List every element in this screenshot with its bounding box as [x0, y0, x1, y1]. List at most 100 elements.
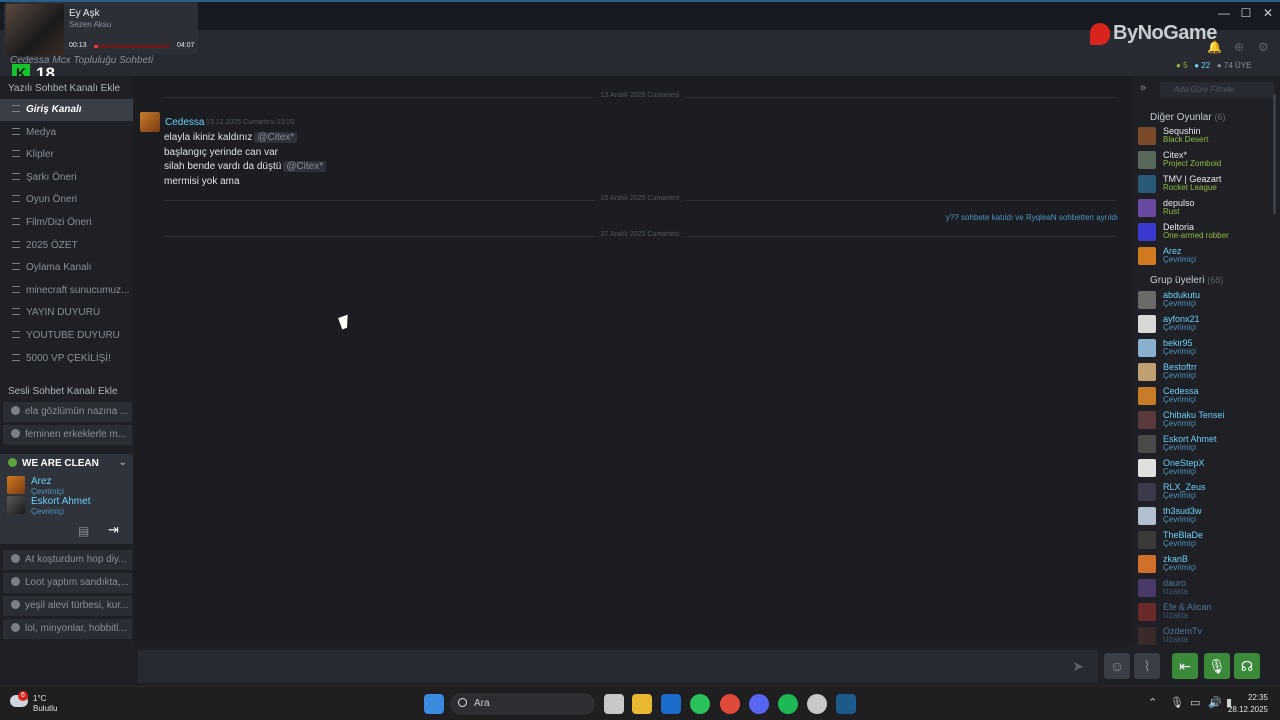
member-item[interactable]: Efe & Alican Uzakta — [1138, 601, 1278, 623]
active-voice-channel[interactable]: WE ARE CLEAN ⌄ Arez Çevrimiçi Eskort Ahm… — [0, 454, 133, 544]
other-games-heading: Diğer Oyunlar (6) — [1150, 112, 1226, 123]
volume-icon[interactable]: 🔊 — [1208, 696, 1222, 709]
voice-channel-label: lol, minyonlar, hobbitl... — [25, 623, 127, 634]
text-channel-item[interactable]: Medya — [0, 122, 133, 144]
member-item[interactable]: Arez Çevrimiçi — [1138, 245, 1278, 267]
settings-icon[interactable]: ⚙ — [1258, 40, 1269, 54]
mic-tray-icon[interactable]: 🎙 — [1170, 696, 1184, 709]
windows-start-icon[interactable] — [424, 694, 444, 714]
member-item[interactable]: zkanB Çevrimiçi — [1138, 553, 1278, 575]
text-channel-item[interactable]: Oylama Kanalı — [0, 257, 133, 279]
members-count: 74 ÜYE — [1223, 61, 1252, 70]
add-text-channel[interactable]: Yazılı Sohbet Kanalı Ekle — [8, 83, 120, 94]
member-status: Çevrimiçi — [1163, 255, 1196, 264]
text-channel-item[interactable]: Film/Dizi Öneri — [0, 212, 133, 234]
close-icon[interactable]: ✕ — [1258, 6, 1278, 20]
channel-hash-icon — [12, 172, 20, 180]
steam-icon[interactable] — [836, 694, 856, 714]
avatar — [1138, 363, 1156, 381]
clock-time: 22:35 — [1247, 693, 1268, 702]
member-status: Çevrimiçi — [1163, 563, 1196, 572]
member-item[interactable]: Deltoria One-armed robber — [1138, 221, 1278, 243]
member-item[interactable]: Eskort Ahmet Çevrimiçi — [1138, 433, 1278, 455]
voice-channel-label: ela gözlümün nazına ... — [25, 406, 129, 417]
text-channel-item[interactable]: Giriş Kanalı — [0, 99, 133, 121]
mouse-cursor — [338, 314, 352, 330]
voice-channel-item[interactable]: At koşturdum hop diy... — [3, 550, 132, 570]
leave-voice-button[interactable]: ⇤ — [1172, 653, 1198, 679]
member-item[interactable]: TMV | Geazart Rocket League — [1138, 173, 1278, 195]
calendar-icon[interactable]: ▤ — [78, 524, 89, 538]
member-item[interactable]: ayfonx21 Çevrimiçi — [1138, 313, 1278, 335]
leave-voice-icon[interactable]: ⇥ — [108, 522, 119, 538]
member-item[interactable]: TheBlaDe Çevrimiçi — [1138, 529, 1278, 551]
member-item[interactable]: OzdemTv Uzakta — [1138, 625, 1278, 647]
member-item[interactable]: bekir95 Çevrimiçi — [1138, 337, 1278, 359]
task-view-icon[interactable] — [604, 694, 624, 714]
message-author[interactable]: Cedessa — [165, 117, 204, 128]
media-player-overlay[interactable]: Ey Aşk Sezen Aksu 00:13 04:07 — [4, 2, 198, 56]
voice-channel-item[interactable]: ela gözlümün nazına ... — [3, 402, 132, 422]
emoji-icon[interactable]: ☺ — [1104, 653, 1130, 679]
headphones-icon[interactable]: ☊ — [1234, 653, 1260, 679]
taskbar-search[interactable]: Ara — [450, 693, 595, 715]
outlook-icon[interactable] — [661, 694, 681, 714]
discord-icon[interactable] — [749, 694, 769, 714]
voice-channel-item[interactable]: Loot yaptım sandıkta,... — [3, 573, 132, 593]
file-explorer-icon[interactable] — [632, 694, 652, 714]
collapse-panel-icon[interactable]: » — [1140, 82, 1146, 94]
member-item[interactable]: Sequshin Black Desert — [1138, 125, 1278, 147]
member-item[interactable]: Cedessa Çevrimiçi — [1138, 385, 1278, 407]
chevron-down-icon[interactable]: ⌄ — [119, 457, 127, 468]
voice-channel-item[interactable]: yeşil alevi türbesi, kur... — [3, 596, 132, 616]
message-line: mermisi yok ama — [164, 176, 240, 187]
voice-channel-item[interactable]: lol, minyonlar, hobbitl... — [3, 619, 132, 639]
text-channel-item[interactable]: Oyun Öneri — [0, 189, 133, 211]
voice-channel-item[interactable]: feminen erkeklerle m... — [3, 425, 132, 445]
chat-message-input[interactable] — [138, 650, 1098, 682]
attach-icon[interactable]: ⌇ — [1134, 653, 1160, 679]
date-divider: 15 Aralık 2025 Cumartesi — [164, 195, 1116, 202]
search-icon — [458, 698, 467, 707]
minimize-icon[interactable]: — — [1214, 6, 1234, 20]
whatsapp-icon[interactable] — [690, 694, 710, 714]
taskbar-clock[interactable]: 22:35 28.12.2025 — [1228, 692, 1268, 716]
chrome-icon[interactable] — [720, 694, 740, 714]
member-item[interactable]: OneStepX Çevrimiçi — [1138, 457, 1278, 479]
text-channel-item[interactable]: minecraft sunucumuz... — [0, 280, 133, 302]
album-art — [6, 4, 64, 56]
text-channel-item[interactable]: 5000 VP ÇEKİLİŞİ! — [0, 348, 133, 370]
member-item[interactable]: abdukutu Çevrimiçi — [1138, 289, 1278, 311]
member-item[interactable]: Bestoftrr Çevrimiçi — [1138, 361, 1278, 383]
track-progress-bar[interactable] — [94, 45, 170, 48]
member-item[interactable]: Chibaku Tensei Çevrimiçi — [1138, 409, 1278, 431]
members-scrollbar[interactable] — [1273, 94, 1276, 214]
add-member-icon[interactable]: ⊕ — [1234, 40, 1244, 54]
text-channel-item[interactable]: Şarkı Öneri — [0, 167, 133, 189]
avatar[interactable] — [140, 112, 160, 132]
maximize-icon[interactable]: ☐ — [1236, 6, 1256, 20]
text-channel-item[interactable]: YOUTUBE DUYURU — [0, 325, 133, 347]
text-channel-item[interactable]: Klipler — [0, 144, 133, 166]
member-status: Black Desert — [1163, 135, 1209, 144]
member-item[interactable]: Citex* Project Zomboid — [1138, 149, 1278, 171]
add-voice-channel[interactable]: Sesli Sohbet Kanalı Ekle — [8, 386, 118, 397]
member-item[interactable]: th3sud3w Çevrimiçi — [1138, 505, 1278, 527]
microphone-icon[interactable]: 🎙 — [1204, 653, 1230, 679]
user-mention[interactable]: @Citex* — [254, 132, 298, 143]
text-channel-item[interactable]: 2025 ÖZET — [0, 235, 133, 257]
network-icon[interactable]: ▭ — [1190, 696, 1200, 709]
game-client-icon[interactable] — [807, 694, 827, 714]
send-icon[interactable]: ➤ — [1065, 653, 1091, 679]
member-item[interactable]: depulso Rust — [1138, 197, 1278, 219]
member-item[interactable]: dauro Uzakta — [1138, 577, 1278, 599]
tray-overflow-icon[interactable]: ⌃ — [1148, 696, 1157, 709]
user-mention[interactable]: @Citex* — [283, 161, 327, 173]
member-counts: ● 5 ● 22 ● 74 ÜYE — [1176, 61, 1252, 70]
message-text: mermisi yok ama — [164, 176, 240, 188]
member-item[interactable]: RLX_Zeus Çevrimiçi — [1138, 481, 1278, 503]
text-channel-item[interactable]: YAYIN DUYURU — [0, 302, 133, 324]
avatar — [1138, 507, 1156, 525]
member-filter-input[interactable]: Ada Göre Filtrele — [1160, 82, 1274, 98]
spotify-icon[interactable] — [778, 694, 798, 714]
